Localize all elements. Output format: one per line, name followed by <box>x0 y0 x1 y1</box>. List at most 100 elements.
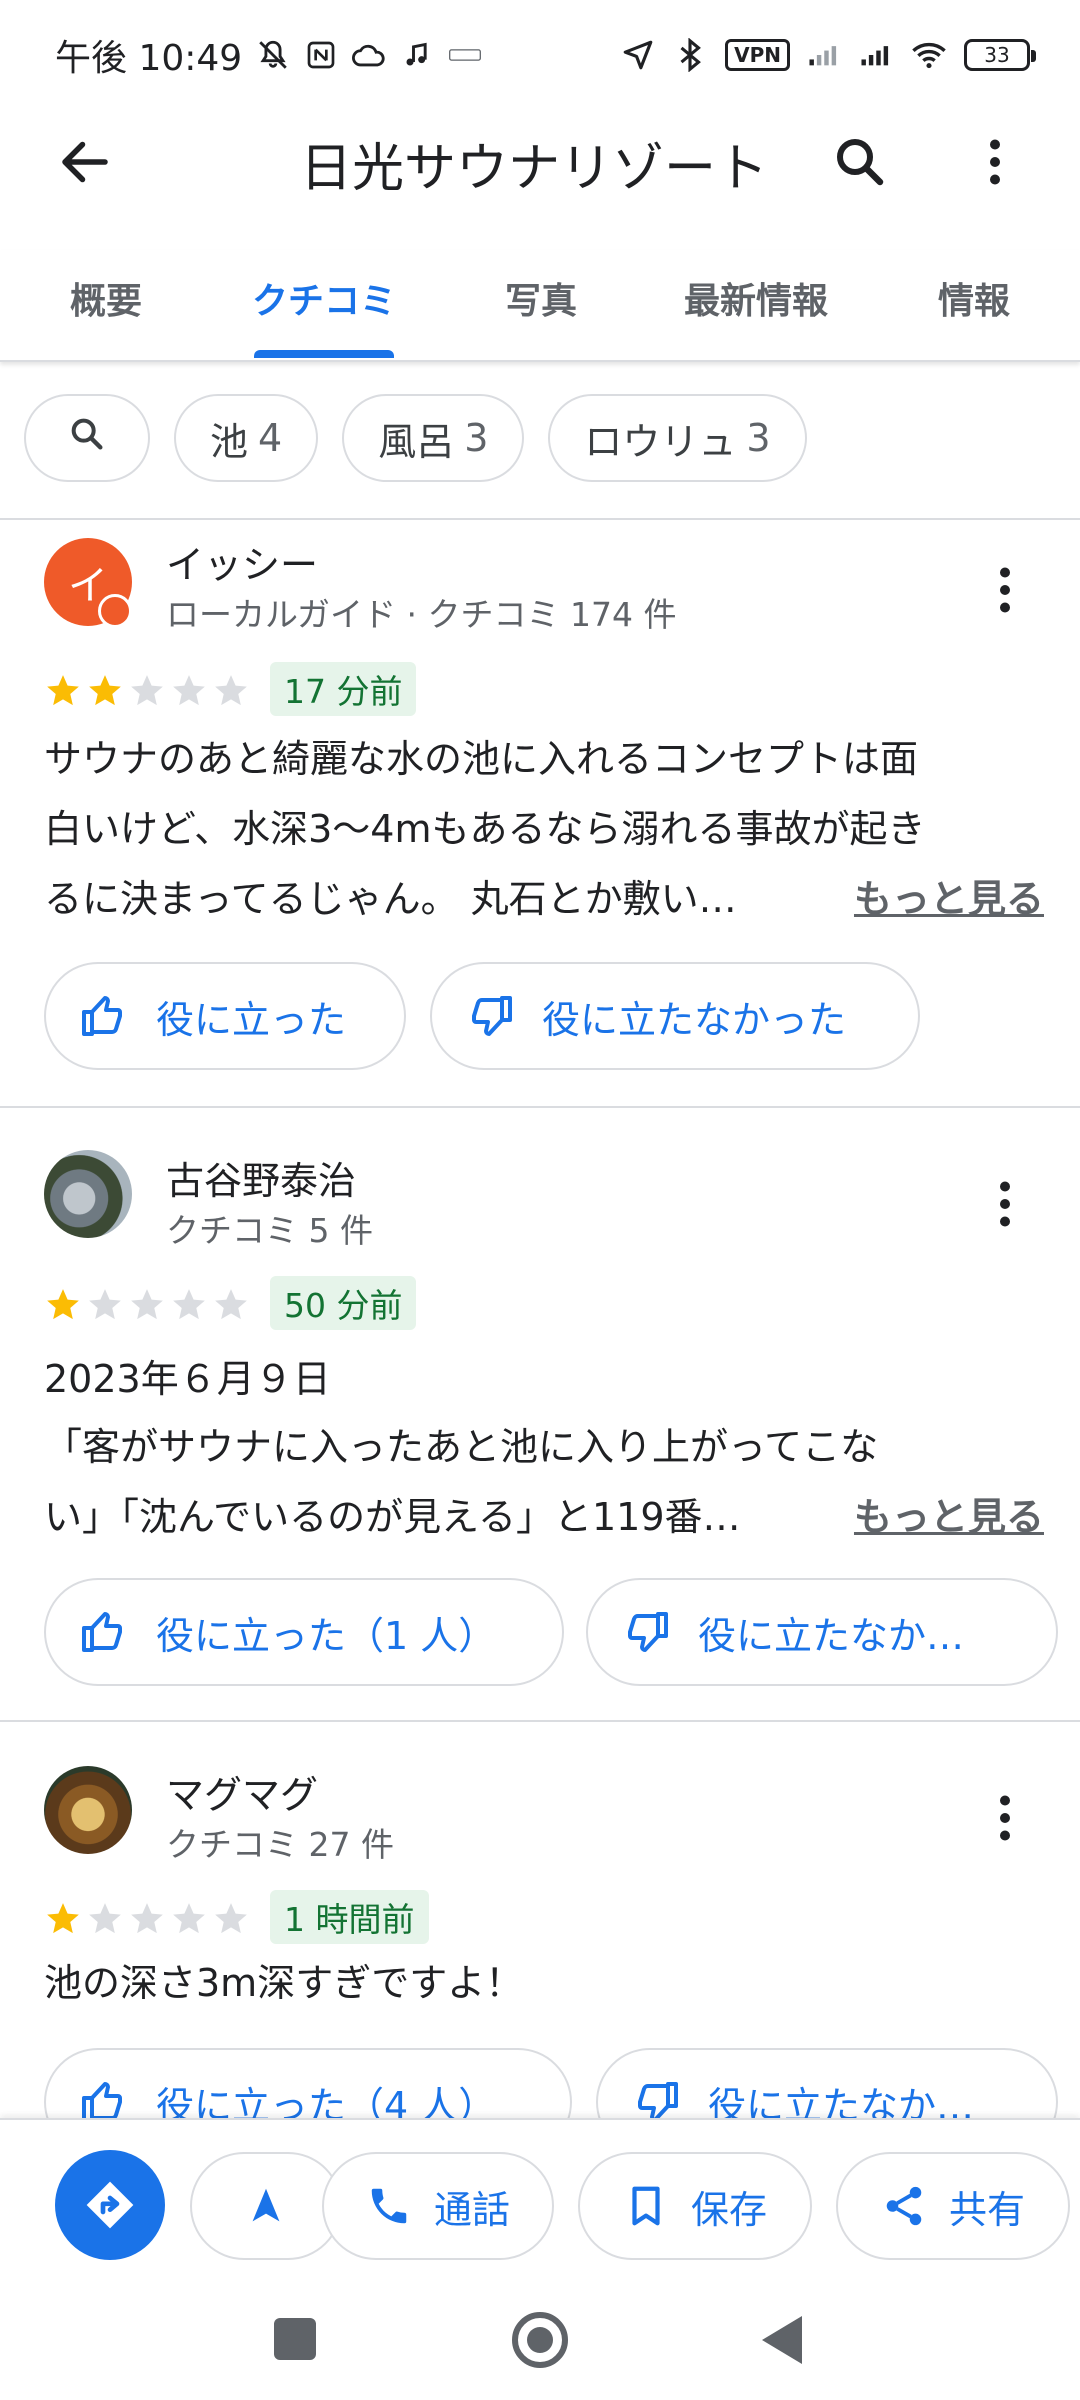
reviewer-name[interactable]: 古谷野泰治 <box>166 1150 356 1205</box>
review-text-line: 白いけど、水深3〜4mもあるなら溺れる事故が起き <box>44 807 926 851</box>
save-label: 保存 <box>690 2187 767 2232</box>
review-text: サウナのあと綺麗な水の池に入れるコンセプトは面 白いけど、水深3〜4mもあるなら… <box>44 724 1044 934</box>
review-date: 2023年６月９日 <box>44 1357 331 1401</box>
bookmark-icon <box>632 2186 660 2226</box>
tab-reviews[interactable]: クチコミ <box>252 272 396 324</box>
avatar[interactable] <box>44 1150 132 1238</box>
time-badge: 50 分前 <box>270 1276 417 1330</box>
star-filled-icon <box>47 1903 79 1934</box>
star-empty-icon <box>215 1903 247 1934</box>
not-helpful-button[interactable]: 役に立たなか… <box>586 1578 1058 1686</box>
back-arrow-icon[interactable] <box>55 132 115 192</box>
star-empty-icon <box>215 675 247 706</box>
cloud-icon <box>352 38 386 72</box>
thumb-up-icon <box>82 996 122 1036</box>
share-label: 共有 <box>948 2187 1025 2232</box>
status-bar: 午後 10:49 VPN 33 <box>0 0 1080 110</box>
divider <box>0 1720 1080 1722</box>
local-guide-badge-icon <box>98 594 132 628</box>
review-text-line: 池の深さ3m深すぎですよ！ <box>44 1961 524 2005</box>
page-title: 日光サウナリゾート <box>300 139 769 199</box>
review-text-line: サウナのあと綺麗な水の池に入れるコンセプトは面 <box>44 737 919 781</box>
share-button[interactable]: 共有 <box>836 2152 1070 2260</box>
recents-button[interactable] <box>274 2318 316 2360</box>
chip-label: 風呂 <box>378 419 455 464</box>
divider <box>0 518 1080 520</box>
star-empty-icon <box>173 1289 205 1320</box>
star-filled-icon <box>47 1289 79 1320</box>
star-empty-icon <box>131 675 163 706</box>
review-text: 池の深さ3m深すぎですよ！ <box>44 1948 1044 2018</box>
bluetooth-icon <box>673 38 707 72</box>
star-filled-icon <box>89 675 121 706</box>
start-navigation-button[interactable] <box>190 2152 342 2260</box>
reviewer-name[interactable]: イッシー <box>166 534 318 589</box>
filter-chip-pond[interactable]: 池 4 <box>174 394 319 482</box>
thumb-down-icon <box>628 1612 668 1652</box>
star-empty-icon <box>215 1289 247 1320</box>
more-vert-icon[interactable] <box>985 1174 1025 1234</box>
divider <box>0 1106 1080 1108</box>
thumb-up-icon <box>82 1612 122 1652</box>
call-label: 通話 <box>433 2187 510 2232</box>
back-button[interactable] <box>762 2316 802 2364</box>
star-empty-icon <box>173 1903 205 1934</box>
tab-photos[interactable]: 写真 <box>505 272 577 324</box>
more-vert-icon[interactable] <box>965 132 1025 192</box>
star-rating <box>44 1286 250 1324</box>
star-rating <box>44 672 250 710</box>
review-text-line: い」「沈んでいるのが見える」と119番… <box>44 1495 741 1539</box>
thumb-down-icon <box>472 996 512 1036</box>
navigation-arrow-icon <box>252 2188 280 2222</box>
more-vert-icon[interactable] <box>985 560 1025 620</box>
star-empty-icon <box>89 1289 121 1320</box>
signal-icon <box>808 38 842 72</box>
helpful-button[interactable]: 役に立った <box>44 962 406 1070</box>
chip-count: 3 <box>746 416 771 460</box>
filter-chip-bath[interactable]: 風呂 3 <box>342 394 525 482</box>
chip-label: 池 <box>210 419 249 464</box>
home-button[interactable] <box>512 2312 568 2368</box>
reviewer-name[interactable]: マグマグ <box>166 1764 318 1819</box>
helpful-button[interactable]: 役に立った（1 人） <box>44 1578 564 1686</box>
star-empty-icon <box>131 1289 163 1320</box>
phone-icon <box>371 2188 407 2224</box>
signal-icon <box>860 38 894 72</box>
pay-icon <box>448 38 482 72</box>
review-text: 「客がサウナに入ったあと池に入り上がってこな い」「沈んでいるのが見える」と11… <box>44 1412 1044 1552</box>
star-empty-icon <box>131 1903 163 1934</box>
time-badge: 17 分前 <box>270 662 417 716</box>
tab-about[interactable]: 情報 <box>938 272 1010 324</box>
tab-overview[interactable]: 概要 <box>70 272 142 324</box>
see-more-link[interactable]: もっと見る <box>854 864 1044 934</box>
battery-indicator: 33 <box>964 39 1036 71</box>
star-empty-icon <box>89 1903 121 1934</box>
reviewer-meta: クチコミ 27 件 <box>166 1825 394 1864</box>
active-tab-indicator <box>254 350 394 358</box>
search-icon[interactable] <box>830 132 890 192</box>
more-vert-icon[interactable] <box>985 1788 1025 1848</box>
nfc-icon <box>304 38 338 72</box>
search-reviews-chip[interactable] <box>24 394 150 482</box>
tab-bar: 概要 クチコミ 写真 最新情報 情報 <box>0 250 1080 362</box>
wifi-icon <box>912 38 946 72</box>
call-button[interactable]: 通話 <box>322 2152 554 2260</box>
review-text-line: るに決まってるじゃん。 丸石とか敷い… <box>44 877 737 921</box>
filter-chips: 池 4 風呂 3 ロウリュ 3 <box>24 394 807 482</box>
filter-chip-loyly[interactable]: ロウリュ 3 <box>548 394 807 482</box>
star-rating <box>44 1900 250 1938</box>
directions-button[interactable] <box>55 2150 165 2260</box>
time-badge: 1 時間前 <box>270 1890 429 1944</box>
not-helpful-button[interactable]: 役に立たなかった <box>430 962 920 1070</box>
tab-updates[interactable]: 最新情報 <box>684 272 828 324</box>
star-filled-icon <box>47 675 79 706</box>
review-text-line: 「客がサウナに入ったあと池に入り上がってこな <box>44 1425 879 1469</box>
status-time: 午後 10:49 <box>55 38 243 79</box>
not-helpful-label: 役に立たなか… <box>698 1613 965 1658</box>
see-more-link[interactable]: もっと見る <box>854 1482 1044 1552</box>
avatar[interactable] <box>44 1766 132 1854</box>
app-bar: 日光サウナリゾート <box>0 110 1080 210</box>
save-button[interactable]: 保存 <box>578 2152 812 2260</box>
mute-icon <box>256 38 290 72</box>
helpful-label: 役に立った <box>156 997 347 1042</box>
